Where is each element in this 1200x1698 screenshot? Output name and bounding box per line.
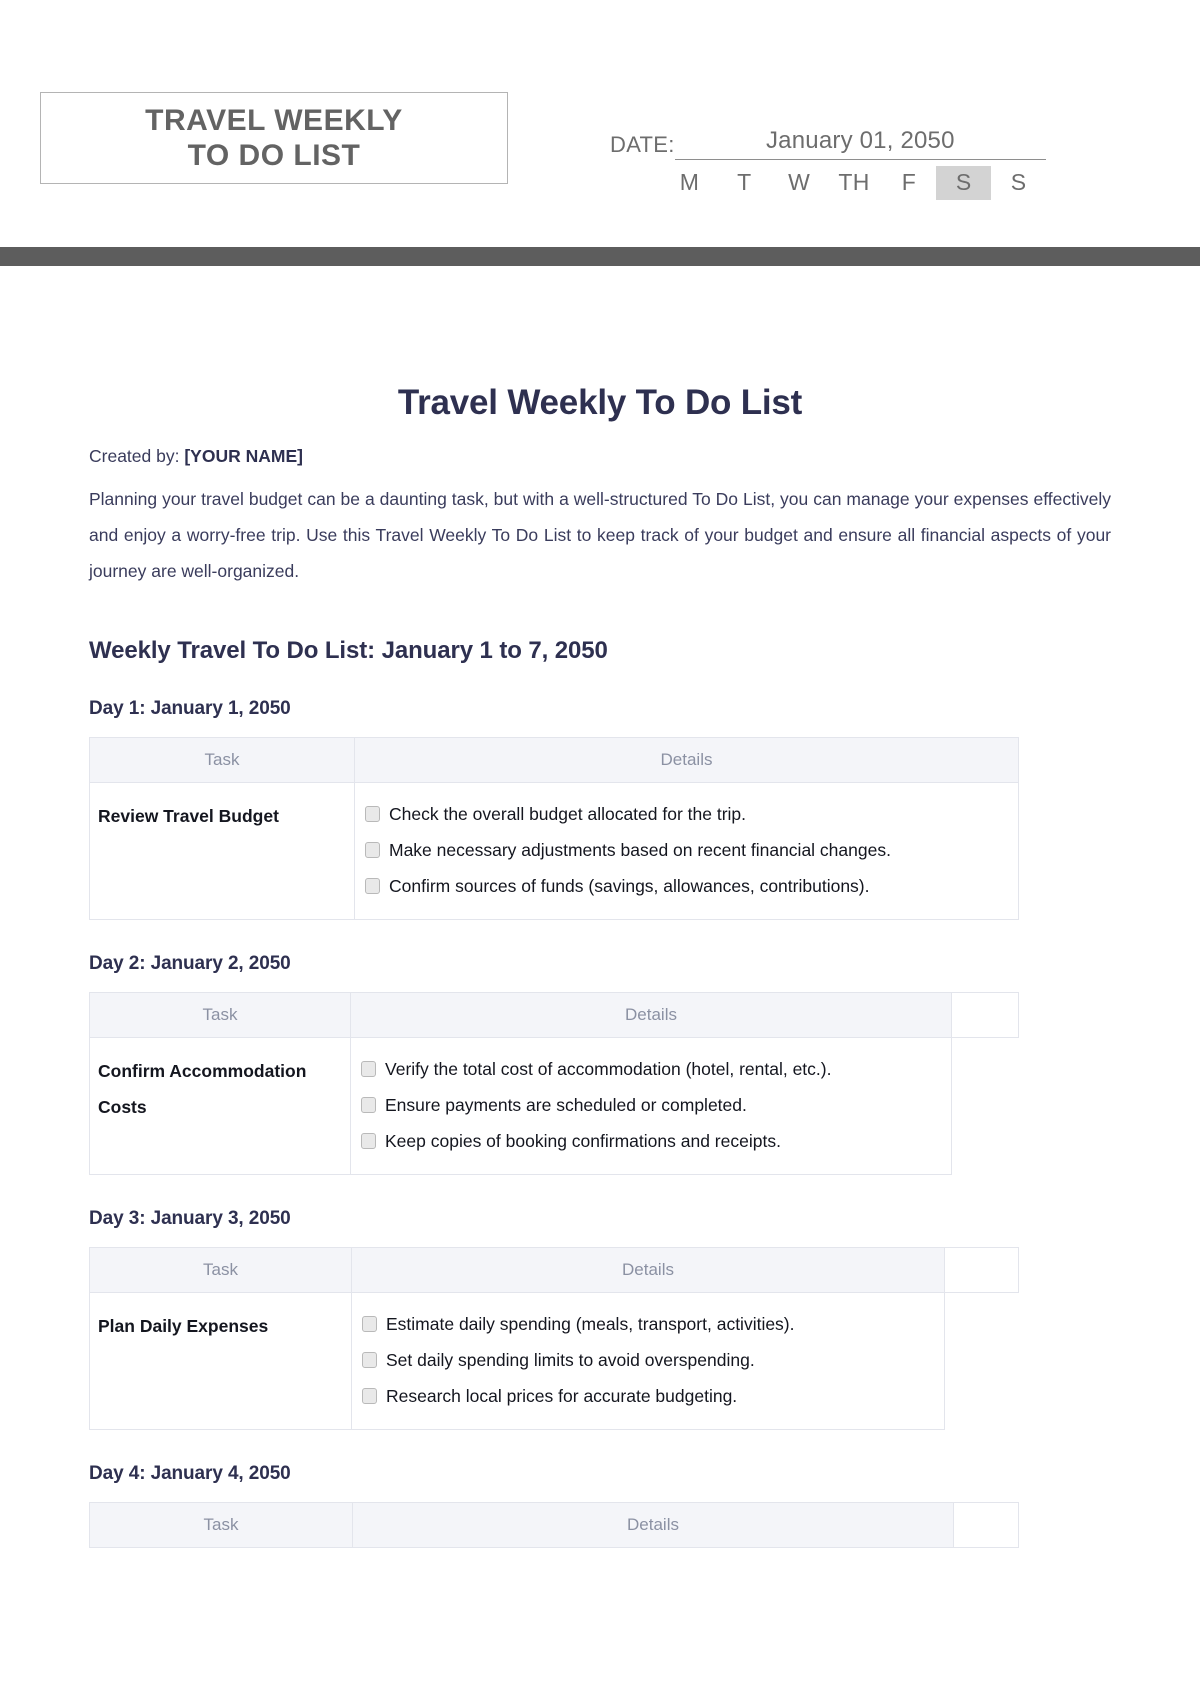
table-header-row: Task Details [89, 1501, 1019, 1548]
checklist-item[interactable]: Estimate daily spending (meals, transpor… [362, 1306, 938, 1342]
checkbox-icon[interactable] [361, 1132, 376, 1149]
checkbox-icon[interactable] [365, 877, 380, 894]
checklist-item-label: Confirm sources of funds (savings, allow… [389, 875, 870, 896]
table-row: Confirm Accommodation Costs Verify the to… [89, 1036, 1019, 1175]
todo-table-day-1: Task Details Review Travel Budget Check the… [89, 736, 1019, 920]
document-masthead: TRAVEL WEEKLY TO DO LIST DATE: January 0… [0, 0, 1200, 266]
weekday-cell-6[interactable]: S [991, 166, 1046, 200]
todo-table-day-2: Task Details Confirm Accommodation Costs Ve… [89, 991, 1019, 1175]
day-heading-1: Day 1: January 1, 2050 [89, 697, 291, 719]
column-header-task: Task [89, 736, 355, 783]
date-label: DATE: [610, 132, 675, 157]
created-by-line: Created by: [YOUR NAME] [89, 445, 1111, 468]
checklist-item-label: Verify the total cost of accommodation (… [385, 1058, 832, 1079]
day-heading-3: Day 3: January 3, 2050 [89, 1207, 291, 1229]
checkbox-icon[interactable] [362, 1351, 377, 1368]
table-header-row: Task Details [89, 1246, 1019, 1293]
checklist-item[interactable]: Confirm sources of funds (savings, allow… [365, 868, 1012, 904]
task-name-cell: Confirm Accommodation Costs [89, 1036, 351, 1175]
weekday-cell-2[interactable]: W [772, 166, 827, 200]
date-block: DATE: January 01, 2050 M T W TH F S S [610, 118, 1046, 200]
checkbox-icon[interactable] [361, 1096, 376, 1113]
checklist-item[interactable]: Research local prices for accurate budge… [362, 1378, 938, 1414]
checklist-item[interactable]: Check the overall budget allocated for t… [365, 796, 1012, 832]
checklist-item-label: Make necessary adjustments based on rece… [389, 839, 891, 860]
column-header-task: Task [89, 991, 351, 1038]
intro-paragraph: Planning your travel budget can be a dau… [89, 488, 1111, 581]
table-header-row: Task Details [89, 991, 1019, 1038]
weekday-cell-1[interactable]: T [717, 166, 772, 200]
column-header-details: Details [350, 991, 952, 1038]
task-details-cell: Check the overall budget allocated for t… [354, 781, 1019, 920]
column-header-details: Details [354, 736, 1019, 783]
day-heading-4: Day 4: January 4, 2050 [89, 1462, 291, 1484]
checklist-item-label: Research local prices for accurate budge… [386, 1385, 738, 1406]
weekday-cell-5[interactable]: S [936, 166, 992, 200]
template-title-line-2: TO DO LIST [187, 139, 361, 172]
checkbox-icon[interactable] [362, 1387, 377, 1404]
checklist-item[interactable]: Keep copies of booking confirmations and… [361, 1123, 945, 1159]
column-header-task: Task [89, 1501, 353, 1548]
day-sections-container: Day 1: January 1, 2050 Task Details Review … [89, 698, 1111, 1548]
task-name-cell: Review Travel Budget [89, 781, 355, 920]
header-divider-bar [0, 247, 1200, 266]
todo-table-day-3: Task Details Plan Daily Expenses Estimate d… [89, 1246, 1019, 1430]
todo-table-day-4: Task Details [89, 1501, 1019, 1548]
top-spacer [89, 247, 1111, 383]
weekday-cell-4[interactable]: F [881, 166, 936, 200]
table-row: Plan Daily Expenses Estimate daily spendi… [89, 1291, 1019, 1430]
checkbox-icon[interactable] [362, 1315, 377, 1332]
weekday-cell-3[interactable]: TH [827, 166, 882, 200]
template-title-box: TRAVEL WEEKLY TO DO LIST [40, 92, 508, 184]
date-row: DATE: January 01, 2050 [610, 118, 1046, 160]
checkbox-icon[interactable] [361, 1060, 376, 1077]
checklist-item[interactable]: Make necessary adjustments based on rece… [365, 832, 1012, 868]
spacer-cell [951, 1037, 1019, 1175]
column-header-details: Details [351, 1246, 945, 1293]
weekday-cell-0[interactable]: M [662, 166, 717, 200]
column-header-spacer [951, 991, 1019, 1038]
section-heading: Weekly Travel To Do List: January 1 to 7… [89, 636, 608, 664]
task-name-cell: Plan Daily Expenses [89, 1291, 352, 1430]
checklist-item-label: Set daily spending limits to avoid overs… [386, 1349, 755, 1370]
checklist-item-label: Keep copies of booking confirmations and… [385, 1130, 781, 1151]
weekday-selector[interactable]: M T W TH F S S [610, 166, 1046, 200]
day-heading-2: Day 2: January 2, 2050 [89, 952, 291, 974]
column-header-details: Details [352, 1501, 954, 1548]
table-header-row: Task Details [89, 736, 1019, 783]
column-header-spacer [944, 1246, 1019, 1293]
table-row: Review Travel Budget Check the overall bu… [89, 781, 1019, 920]
template-title-line-1: TRAVEL WEEKLY [145, 103, 403, 137]
column-header-task: Task [89, 1246, 352, 1293]
checklist-item-label: Ensure payments are scheduled or complet… [385, 1094, 747, 1115]
checkbox-icon[interactable] [365, 805, 380, 822]
checklist-item[interactable]: Set daily spending limits to avoid overs… [362, 1342, 938, 1378]
created-by-name[interactable]: [YOUR NAME] [184, 446, 303, 466]
task-details-cell: Verify the total cost of accommodation (… [350, 1036, 952, 1175]
task-details-cell: Estimate daily spending (meals, transpor… [351, 1291, 945, 1430]
column-header-spacer [953, 1501, 1019, 1548]
spacer-cell [944, 1292, 1019, 1430]
checklist-item[interactable]: Ensure payments are scheduled or complet… [361, 1087, 945, 1123]
date-value: January 01, 2050 [765, 127, 955, 154]
checklist-item-label: Estimate daily spending (meals, transpor… [386, 1313, 795, 1334]
document-body: Travel Weekly To Do List Created by: [YO… [0, 247, 1200, 1548]
checklist-item-label: Check the overall budget allocated for t… [389, 803, 747, 824]
checklist-item[interactable]: Verify the total cost of accommodation (… [361, 1051, 945, 1087]
checkbox-icon[interactable] [365, 841, 380, 858]
date-input-rule[interactable]: January 01, 2050 [674, 118, 1046, 160]
created-by-label: Created by: [89, 446, 180, 466]
page-title: Travel Weekly To Do List [397, 383, 803, 422]
